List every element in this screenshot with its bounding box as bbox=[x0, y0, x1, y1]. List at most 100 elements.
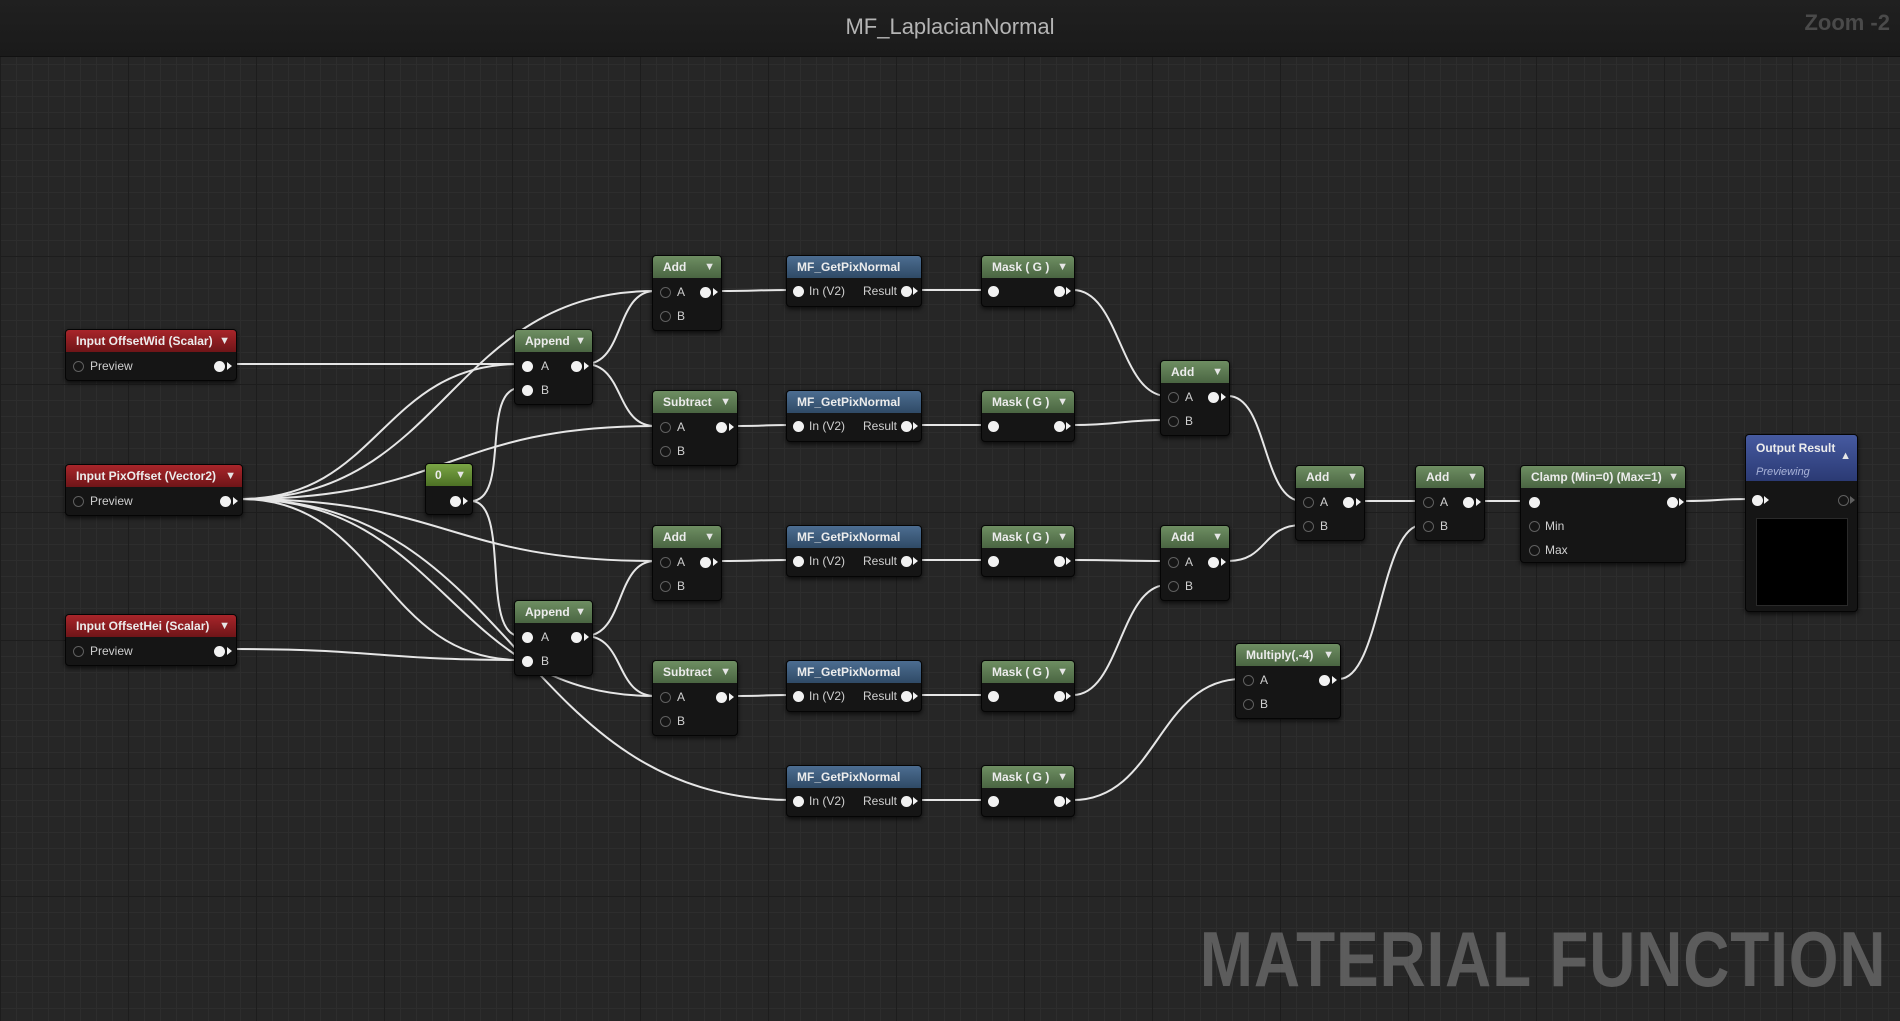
node-getpixnormal-1[interactable]: MF_GetPixNormal In (V2) Result bbox=[786, 255, 922, 307]
output-pin[interactable] bbox=[901, 796, 912, 807]
node-header[interactable]: Mask ( G ) ▼ bbox=[982, 391, 1074, 413]
node-header[interactable]: MF_GetPixNormal bbox=[787, 661, 921, 683]
output-pin[interactable] bbox=[214, 646, 225, 657]
wire[interactable] bbox=[470, 387, 521, 502]
chevron-down-icon[interactable]: ▼ bbox=[575, 330, 586, 352]
input-pin-a[interactable] bbox=[660, 422, 671, 433]
node-header[interactable]: Input OffsetHei (Scalar) ▼ bbox=[66, 615, 236, 637]
node-header[interactable]: Add ▼ bbox=[1161, 526, 1229, 548]
wire[interactable] bbox=[1072, 559, 1168, 562]
wire[interactable] bbox=[1072, 289, 1168, 397]
node-constant-zero[interactable]: 0 ▼ bbox=[425, 463, 473, 515]
chevron-down-icon[interactable]: ▼ bbox=[1057, 766, 1068, 788]
output-pin[interactable] bbox=[1054, 796, 1065, 807]
input-pin-a[interactable] bbox=[1168, 392, 1179, 403]
node-header[interactable]: Subtract ▼ bbox=[653, 391, 737, 413]
node-add-2[interactable]: Add ▼ A B bbox=[652, 525, 722, 601]
output-pin[interactable] bbox=[700, 287, 711, 298]
node-mask-g-5[interactable]: Mask ( G ) ▼ bbox=[981, 765, 1075, 817]
input-pin[interactable] bbox=[793, 421, 804, 432]
input-pin[interactable] bbox=[73, 361, 84, 372]
node-add-6[interactable]: Add ▼ A B bbox=[1415, 465, 1485, 541]
output-pin[interactable] bbox=[1667, 497, 1678, 508]
chevron-up-icon[interactable]: ▲ bbox=[1840, 447, 1851, 465]
input-pin[interactable] bbox=[988, 691, 999, 702]
chevron-down-icon[interactable]: ▼ bbox=[704, 526, 715, 548]
input-pin[interactable] bbox=[988, 421, 999, 432]
wire[interactable] bbox=[1072, 419, 1168, 426]
node-header[interactable]: Subtract ▼ bbox=[653, 661, 737, 683]
input-pin-b[interactable] bbox=[660, 311, 671, 322]
output-pin[interactable] bbox=[220, 496, 231, 507]
output-pin[interactable] bbox=[700, 557, 711, 568]
output-pin[interactable] bbox=[1838, 495, 1849, 506]
chevron-down-icon[interactable]: ▼ bbox=[720, 661, 731, 683]
node-multiply[interactable]: Multiply(,-4) ▼ A B bbox=[1235, 643, 1341, 719]
input-pin-a[interactable] bbox=[660, 692, 671, 703]
node-header[interactable]: Clamp (Min=0) (Max=1) ▼ bbox=[1521, 466, 1685, 488]
wire[interactable] bbox=[1227, 524, 1303, 562]
node-header[interactable]: Mask ( G ) ▼ bbox=[982, 526, 1074, 548]
wire[interactable] bbox=[1072, 584, 1168, 696]
chevron-down-icon[interactable]: ▼ bbox=[1323, 644, 1334, 666]
chevron-down-icon[interactable]: ▼ bbox=[1467, 466, 1478, 488]
node-header[interactable]: MF_GetPixNormal bbox=[787, 526, 921, 548]
output-pin[interactable] bbox=[214, 361, 225, 372]
input-pin[interactable] bbox=[73, 496, 84, 507]
wire[interactable] bbox=[1072, 678, 1243, 801]
output-pin[interactable] bbox=[901, 286, 912, 297]
node-subtract-2[interactable]: Subtract ▼ A B bbox=[652, 660, 738, 736]
chevron-down-icon[interactable]: ▼ bbox=[720, 391, 731, 413]
node-add-1[interactable]: Add ▼ A B bbox=[652, 255, 722, 331]
output-pin[interactable] bbox=[1208, 557, 1219, 568]
node-mask-g-3[interactable]: Mask ( G ) ▼ bbox=[981, 525, 1075, 577]
node-append-bottom[interactable]: Append ▼ A B bbox=[514, 600, 593, 676]
output-pin[interactable] bbox=[1463, 497, 1474, 508]
input-pin[interactable] bbox=[793, 691, 804, 702]
input-pin-b[interactable] bbox=[660, 581, 671, 592]
input-pin-b[interactable] bbox=[1243, 699, 1254, 710]
node-input-pixoffset[interactable]: Input PixOffset (Vector2) ▼ Preview bbox=[65, 464, 243, 516]
input-pin[interactable] bbox=[1752, 495, 1763, 506]
node-header[interactable]: MF_GetPixNormal bbox=[787, 256, 921, 278]
node-mask-g-1[interactable]: Mask ( G ) ▼ bbox=[981, 255, 1075, 307]
node-header[interactable]: Append ▼ bbox=[515, 601, 592, 623]
input-pin-b[interactable] bbox=[522, 656, 533, 667]
output-pin[interactable] bbox=[1054, 286, 1065, 297]
chevron-down-icon[interactable]: ▼ bbox=[1057, 526, 1068, 548]
input-pin-b[interactable] bbox=[660, 716, 671, 727]
input-pin[interactable] bbox=[793, 556, 804, 567]
node-input-offsetwid[interactable]: Input OffsetWid (Scalar) ▼ Preview bbox=[65, 329, 237, 381]
node-getpixnormal-5[interactable]: MF_GetPixNormal In (V2) Result bbox=[786, 765, 922, 817]
chevron-down-icon[interactable]: ▼ bbox=[1212, 361, 1223, 383]
wire[interactable] bbox=[1683, 498, 1752, 502]
wire[interactable] bbox=[584, 290, 656, 365]
wire[interactable] bbox=[735, 424, 793, 427]
chevron-down-icon[interactable]: ▼ bbox=[219, 615, 230, 637]
node-mask-g-4[interactable]: Mask ( G ) ▼ bbox=[981, 660, 1075, 712]
node-header[interactable]: Add ▼ bbox=[1161, 361, 1229, 383]
output-pin[interactable] bbox=[1208, 392, 1219, 403]
output-pin[interactable] bbox=[571, 361, 582, 372]
chevron-down-icon[interactable]: ▼ bbox=[225, 465, 236, 487]
chevron-down-icon[interactable]: ▼ bbox=[575, 601, 586, 623]
input-pin-b[interactable] bbox=[660, 446, 671, 457]
node-append-top[interactable]: Append ▼ A B bbox=[514, 329, 593, 405]
wire[interactable] bbox=[240, 363, 521, 500]
output-pin[interactable] bbox=[1343, 497, 1354, 508]
input-pin-min[interactable] bbox=[1529, 521, 1540, 532]
output-pin[interactable] bbox=[450, 496, 461, 507]
output-pin[interactable] bbox=[901, 691, 912, 702]
node-header[interactable]: Input PixOffset (Vector2) ▼ bbox=[66, 465, 242, 487]
node-header[interactable]: 0 ▼ bbox=[426, 464, 472, 486]
input-pin-b[interactable] bbox=[1303, 521, 1314, 532]
input-pin-a[interactable] bbox=[1303, 497, 1314, 508]
chevron-down-icon[interactable]: ▼ bbox=[1347, 466, 1358, 488]
node-header[interactable]: Append ▼ bbox=[515, 330, 592, 352]
wire[interactable] bbox=[584, 635, 656, 697]
node-getpixnormal-2[interactable]: MF_GetPixNormal In (V2) Result bbox=[786, 390, 922, 442]
node-input-offsethei[interactable]: Input OffsetHei (Scalar) ▼ Preview bbox=[65, 614, 237, 666]
wire[interactable] bbox=[1338, 524, 1423, 680]
chevron-down-icon[interactable]: ▼ bbox=[1212, 526, 1223, 548]
wire[interactable] bbox=[719, 559, 793, 562]
